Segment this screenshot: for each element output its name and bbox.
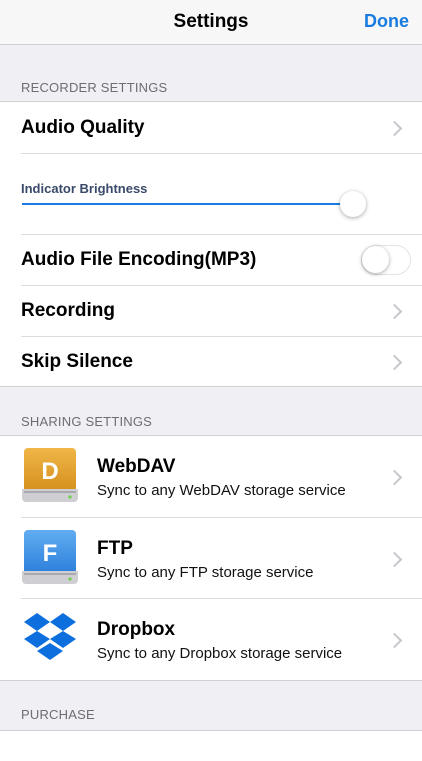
dropbox-row[interactable]: Dropbox Sync to any Dropbox storage serv… xyxy=(0,599,422,680)
webdav-subtitle: Sync to any WebDAV storage service xyxy=(97,482,346,499)
done-button[interactable]: Done xyxy=(364,11,409,32)
audio-quality-label: Audio Quality xyxy=(21,117,145,138)
ftp-drive-icon: F xyxy=(22,530,78,584)
section-header-sharing: SHARING SETTINGS xyxy=(21,414,153,429)
mp3-encoding-toggle[interactable] xyxy=(361,245,411,275)
chevron-right-icon xyxy=(386,632,403,649)
purchase-group xyxy=(0,730,422,761)
ftp-title: FTP xyxy=(97,538,133,559)
chevron-right-icon xyxy=(386,120,403,137)
indicator-brightness-row: Indicator Brightness xyxy=(0,154,422,234)
ftp-subtitle: Sync to any FTP storage service xyxy=(97,564,314,581)
webdav-row[interactable]: D WebDAV Sync to any WebDAV storage serv… xyxy=(0,436,422,517)
recording-row[interactable]: Recording xyxy=(0,286,422,336)
svg-text:F: F xyxy=(43,540,58,567)
chevron-right-icon xyxy=(386,354,403,371)
skip-silence-row[interactable]: Skip Silence xyxy=(0,337,422,386)
page-title: Settings xyxy=(173,11,249,32)
ftp-row[interactable]: F FTP Sync to any FTP storage service xyxy=(0,518,422,598)
svg-text:D: D xyxy=(41,458,58,485)
recording-label: Recording xyxy=(21,300,115,321)
chevron-right-icon xyxy=(386,469,403,486)
audio-encoding-label: Audio File Encoding(MP3) xyxy=(21,249,257,270)
chevron-right-icon xyxy=(386,303,403,320)
sharing-settings-group: D WebDAV Sync to any WebDAV storage serv… xyxy=(0,435,422,681)
brightness-slider-track[interactable] xyxy=(22,203,352,205)
recorder-settings-group: Audio Quality Indicator Brightness Audio… xyxy=(0,101,422,387)
dropbox-title: Dropbox xyxy=(97,619,176,640)
toggle-knob xyxy=(362,246,389,273)
brightness-slider-thumb[interactable] xyxy=(340,191,366,217)
section-header-recorder: RECORDER SETTINGS xyxy=(21,80,168,95)
audio-encoding-row: Audio File Encoding(MP3) xyxy=(0,235,422,285)
section-header-purchase: PURCHASE xyxy=(21,707,95,722)
indicator-brightness-label: Indicator Brightness xyxy=(21,181,148,196)
skip-silence-label: Skip Silence xyxy=(21,351,133,372)
chevron-right-icon xyxy=(386,551,403,568)
webdav-drive-icon: D xyxy=(22,448,78,502)
navigation-bar: Settings Done xyxy=(0,0,422,45)
audio-quality-row[interactable]: Audio Quality xyxy=(0,102,422,153)
webdav-title: WebDAV xyxy=(97,456,176,477)
dropbox-icon xyxy=(24,613,76,660)
dropbox-subtitle: Sync to any Dropbox storage service xyxy=(97,645,343,662)
